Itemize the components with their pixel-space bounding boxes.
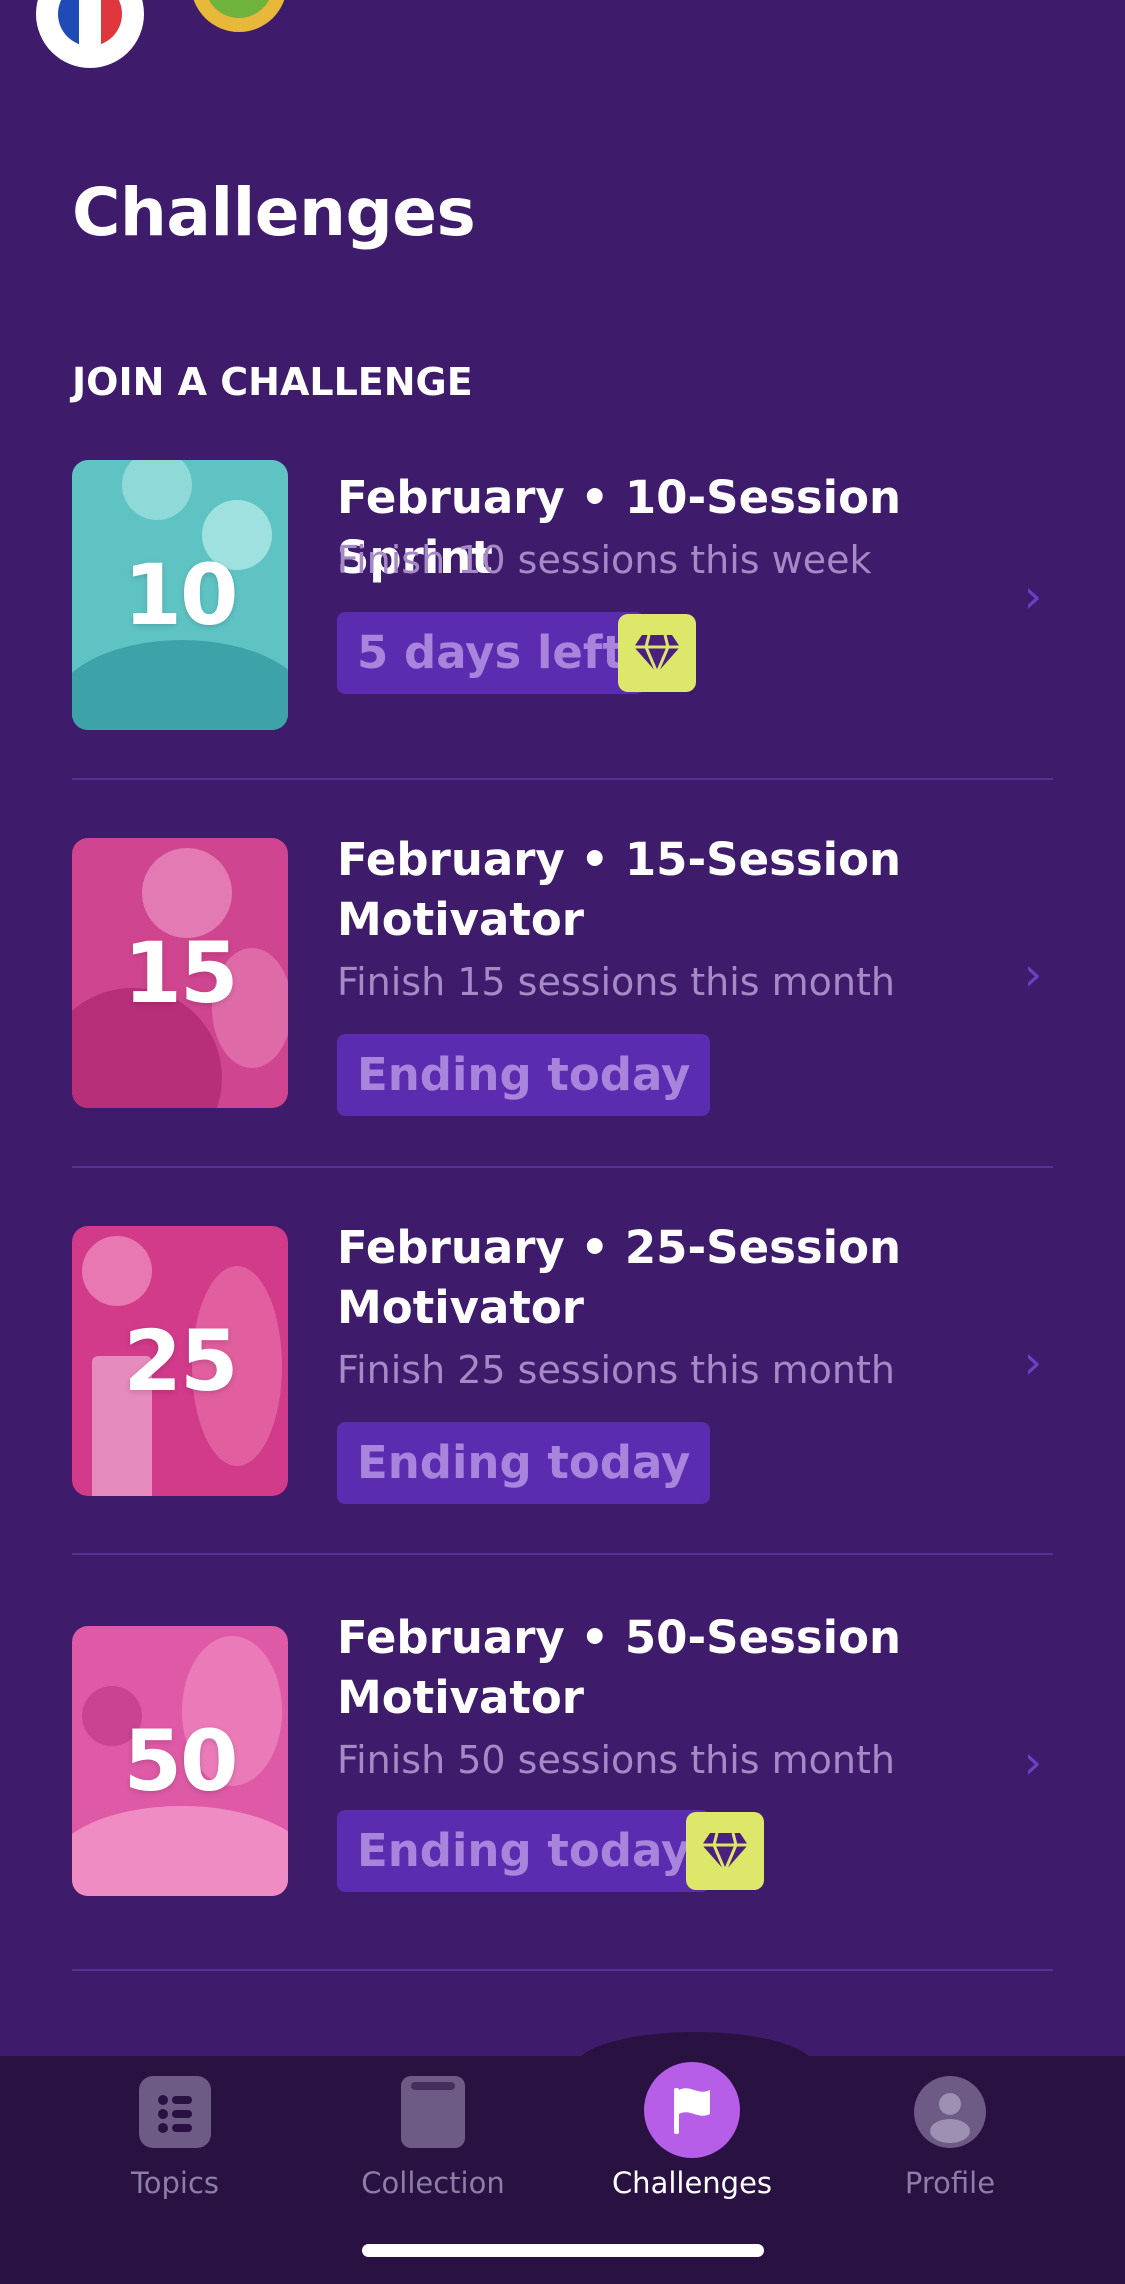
home-indicator[interactable]	[362, 2244, 764, 2257]
divider	[72, 1553, 1053, 1555]
flag-icon	[644, 2062, 740, 2158]
challenge-thumbnail: 10	[72, 460, 288, 730]
french-flag-avatar[interactable]	[36, 0, 144, 68]
badge-number: 15	[123, 924, 239, 1022]
chevron-right-icon: ›	[1023, 1735, 1043, 1789]
tab-label: Collection	[361, 2166, 505, 2200]
tab-topics[interactable]: Topics	[55, 2076, 295, 2200]
challenge-card-50[interactable]: 50 February • 50-Session Motivator Finis…	[72, 1611, 1053, 1896]
challenge-card-15[interactable]: 15 February • 15-Session Motivator Finis…	[72, 833, 1053, 1118]
tab-profile[interactable]: Profile	[830, 2076, 1070, 2200]
tab-label: Profile	[904, 2166, 996, 2200]
tab-collection[interactable]: Collection	[313, 2076, 553, 2200]
challenge-card-25[interactable]: 25 February • 25-Session Motivator Finis…	[72, 1221, 1053, 1506]
section-heading: JOIN A CHALLENGE	[72, 360, 473, 404]
challenge-subtitle: Finish 25 sessions this month	[337, 1348, 895, 1392]
badge-number: 25	[123, 1312, 239, 1410]
chevron-right-icon: ›	[1023, 1335, 1043, 1389]
status-badge: Ending today	[337, 1810, 711, 1892]
tab-challenges[interactable]: Challenges	[572, 2062, 812, 2200]
challenge-subtitle: Finish 50 sessions this month	[337, 1738, 895, 1782]
gem-icon	[686, 1812, 764, 1890]
challenge-thumbnail: 25	[72, 1226, 288, 1496]
status-badge: Ending today	[337, 1422, 711, 1504]
badge-number: 50	[123, 1712, 239, 1810]
globe-avatar[interactable]	[191, 0, 287, 32]
person-icon	[914, 2076, 986, 2148]
challenge-thumbnail: 15	[72, 838, 288, 1108]
status-badge: 5 days left	[337, 612, 644, 694]
challenge-card-10[interactable]: 10 February • 10-Session Sprint Finish 1…	[72, 460, 1053, 730]
gem-icon	[618, 614, 696, 692]
challenge-title: February • 15-Session Motivator	[337, 833, 902, 946]
divider	[72, 778, 1053, 780]
chevron-right-icon: ›	[1023, 569, 1043, 623]
challenge-title: February • 25-Session Motivator	[337, 1221, 902, 1334]
tab-label: Topics	[130, 2166, 220, 2200]
chevron-right-icon: ›	[1023, 947, 1043, 1001]
book-icon	[401, 2076, 465, 2148]
challenge-thumbnail: 50	[72, 1626, 288, 1896]
divider	[72, 1166, 1053, 1168]
list-icon	[139, 2076, 211, 2148]
tab-label: Challenges	[611, 2166, 773, 2200]
challenge-subtitle: Finish 10 sessions this week	[337, 538, 872, 582]
badge-number: 10	[123, 546, 239, 644]
top-avatars	[36, 0, 436, 68]
page-title: Challenges	[72, 174, 476, 251]
status-badge: Ending today	[337, 1034, 711, 1116]
challenge-subtitle: Finish 15 sessions this month	[337, 960, 895, 1004]
challenge-title: February • 50-Session Motivator	[337, 1611, 902, 1724]
divider	[72, 1969, 1053, 1971]
